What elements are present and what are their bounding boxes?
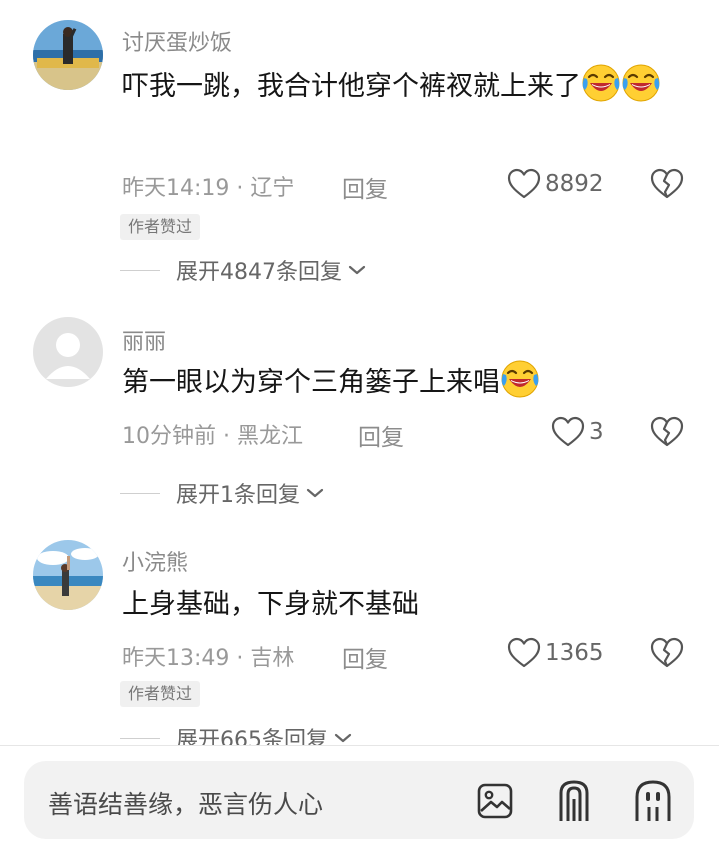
- expand-replies-button[interactable]: 展开1条回复: [120, 477, 324, 509]
- reply-button[interactable]: 回复: [358, 418, 404, 452]
- comment-meta: 10分钟前 · 黑龙江: [122, 418, 303, 450]
- reply-button[interactable]: 回复: [342, 170, 388, 204]
- comment-text[interactable]: 吓我一跳，我合计他穿个裤衩就上来了: [122, 63, 682, 110]
- divider-dash: [120, 269, 160, 271]
- username[interactable]: 讨厌蛋炒饭: [122, 25, 232, 57]
- broken-heart-icon[interactable]: [650, 416, 684, 448]
- comment-list: 讨厌蛋炒饭 吓我一跳，我合计他穿个裤衩就上来了 昨天14:19 · 辽宁 回复 …: [0, 0, 719, 745]
- chevron-down-icon: [348, 264, 366, 276]
- expand-replies-button[interactable]: 展开4847条回复: [120, 254, 366, 286]
- heart-outline-icon: [551, 416, 585, 448]
- comment-text[interactable]: 第一眼以为穿个三角篓子上来唱: [122, 359, 682, 406]
- comment-location: 辽宁: [250, 176, 295, 201]
- like-count: 3: [589, 419, 604, 445]
- comment-time: 昨天13:49: [122, 646, 230, 671]
- image-icon[interactable]: [476, 782, 514, 820]
- expand-replies-label: 展开4847条回复: [176, 260, 342, 285]
- comment-time: 昨天14:19: [122, 176, 230, 201]
- at-mention-icon[interactable]: [553, 779, 595, 823]
- comment-body: 第一眼以为穿个三角篓子上来唱: [122, 367, 500, 398]
- username[interactable]: 小浣熊: [122, 545, 188, 577]
- comment-input[interactable]: 善语结善缘，恶言伤人心: [48, 785, 323, 821]
- laughing-tears-emoji-icon: [581, 63, 621, 103]
- expand-replies-label: 展开665条回复: [176, 728, 328, 745]
- heart-outline-icon: [507, 168, 541, 200]
- comment-body: 上身基础，下身就不基础: [122, 589, 419, 620]
- broken-heart-icon[interactable]: [650, 168, 684, 200]
- comment-input-bar[interactable]: 善语结善缘，恶言伤人心: [24, 761, 694, 839]
- username[interactable]: 丽丽: [122, 324, 166, 356]
- comment-item: 讨厌蛋炒饭 吓我一跳，我合计他穿个裤衩就上来了 昨天14:19 · 辽宁 回复 …: [0, 0, 719, 300]
- meta-separator: ·: [229, 176, 251, 201]
- expand-replies-button[interactable]: 展开665条回复: [120, 722, 352, 745]
- meta-separator: ·: [229, 646, 251, 671]
- like-count: 1365: [545, 640, 604, 666]
- emoji-face-icon[interactable]: [631, 779, 675, 823]
- like-button[interactable]: 3: [551, 416, 604, 448]
- reply-button[interactable]: 回复: [342, 640, 388, 674]
- heart-outline-icon: [507, 637, 541, 669]
- comment-location: 黑龙江: [236, 424, 303, 449]
- avatar[interactable]: [33, 317, 103, 387]
- comment-meta: 昨天14:19 · 辽宁: [122, 170, 294, 202]
- meta-separator: ·: [216, 424, 237, 449]
- comment-item: 小浣熊 上身基础，下身就不基础 昨天13:49 · 吉林 回复 1365 作者赞…: [0, 530, 719, 745]
- like-button[interactable]: 1365: [507, 637, 604, 669]
- comment-body: 吓我一跳，我合计他穿个裤衩就上来了: [122, 71, 581, 102]
- author-liked-badge: 作者赞过: [120, 681, 201, 707]
- comment-location: 吉林: [250, 646, 295, 671]
- divider-dash: [120, 492, 160, 494]
- comment-text[interactable]: 上身基础，下身就不基础: [122, 582, 682, 628]
- comment-item: 丽丽 第一眼以为穿个三角篓子上来唱 10分钟前 · 黑龙江 回复 3 展开1条回…: [0, 300, 719, 530]
- avatar[interactable]: [33, 20, 103, 90]
- laughing-tears-emoji-icon: [621, 63, 661, 103]
- expand-replies-label: 展开1条回复: [176, 483, 300, 508]
- like-count: 8892: [545, 171, 604, 197]
- divider-dash: [120, 737, 160, 739]
- chevron-down-icon: [306, 487, 324, 499]
- broken-heart-icon[interactable]: [650, 637, 684, 669]
- input-divider: [0, 745, 719, 746]
- avatar[interactable]: [33, 540, 103, 610]
- laughing-tears-emoji-icon: [500, 359, 540, 399]
- like-button[interactable]: 8892: [507, 168, 604, 200]
- comment-meta: 昨天13:49 · 吉林: [122, 640, 294, 672]
- chevron-down-icon: [334, 732, 352, 744]
- author-liked-badge: 作者赞过: [120, 214, 201, 240]
- comment-time: 10分钟前: [122, 424, 216, 449]
